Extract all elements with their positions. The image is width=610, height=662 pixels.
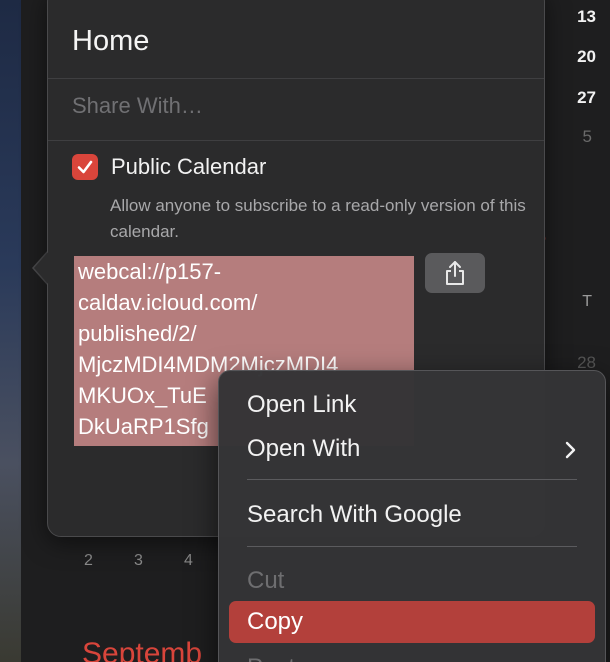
url-line: published/2/: [78, 321, 197, 346]
menu-item-search-with-google[interactable]: Search With Google: [229, 494, 595, 536]
share-icon: [446, 261, 464, 285]
divider: [48, 140, 544, 141]
calendar-date[interactable]: 20: [556, 47, 596, 67]
popover-arrow-fill: [34, 251, 49, 285]
checkmark-icon: [77, 160, 93, 174]
url-line: caldav.icloud.com/: [78, 290, 258, 315]
menu-item-open-with[interactable]: Open With: [229, 428, 595, 470]
divider: [48, 78, 544, 79]
calendar-date[interactable]: 27: [556, 88, 596, 108]
share-button[interactable]: [425, 253, 485, 293]
public-calendar-description: Allow anyone to subscribe to a read-only…: [110, 196, 526, 241]
url-line: webcal://p157-: [78, 259, 222, 284]
context-menu: Open Link Open With Search With Google C…: [218, 370, 606, 662]
menu-item-copy[interactable]: Copy: [229, 601, 595, 643]
public-calendar-label[interactable]: Public Calendar: [111, 154, 266, 180]
weekday-header: T: [582, 293, 592, 310]
popover-title[interactable]: Home: [72, 25, 149, 58]
mini-calendar-day[interactable]: 2: [84, 552, 134, 570]
month-label: Septemb: [82, 637, 203, 662]
mini-calendar-day[interactable]: 3: [134, 552, 184, 570]
calendar-date[interactable]: 5: [552, 127, 592, 147]
mini-calendar-row: 2 3 4: [84, 552, 234, 570]
menu-item-open-link[interactable]: Open Link: [229, 384, 595, 426]
menu-separator: [247, 479, 577, 480]
chevron-right-icon: [565, 428, 577, 470]
menu-item-cut[interactable]: Cut: [229, 560, 595, 602]
menu-item-paste[interactable]: Paste: [229, 647, 595, 662]
menu-separator: [247, 546, 577, 547]
calendar-date[interactable]: 13: [556, 7, 596, 27]
screen: 13 20 27 5 T 28 e 2 3 4 Septemb Home Sha…: [0, 0, 610, 662]
public-calendar-checkbox[interactable]: [72, 154, 98, 180]
menu-item-label: Open With: [247, 435, 361, 462]
desktop-background: [0, 0, 21, 662]
share-with-input[interactable]: Share With…: [72, 93, 203, 119]
